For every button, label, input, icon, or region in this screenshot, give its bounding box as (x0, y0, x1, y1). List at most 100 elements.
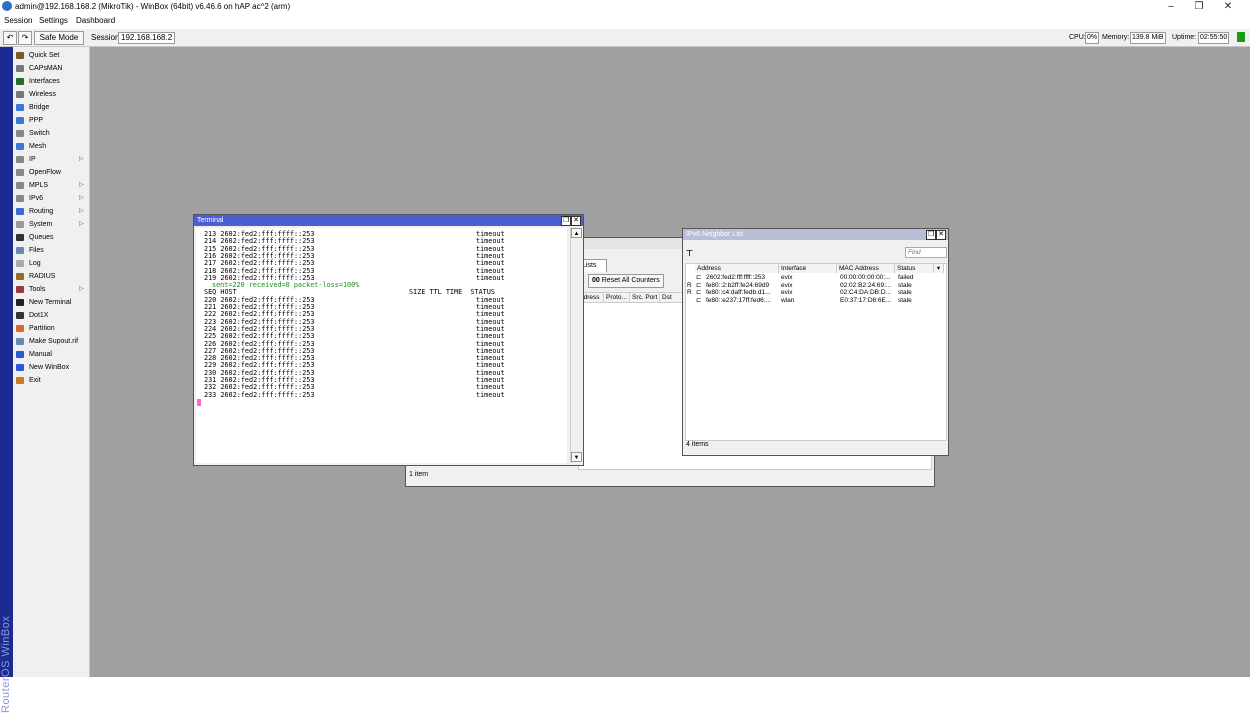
terminal-close-icon[interactable]: ✕ (571, 216, 581, 226)
sidebar-item-radius[interactable]: RADIUS (13, 270, 89, 283)
uptime-label: Uptime: (1172, 34, 1197, 41)
menu-dashboard[interactable]: Dashboard (76, 16, 115, 25)
menu-bar: Session Settings Dashboard (0, 14, 1250, 28)
scroll-up-icon[interactable]: ▲ (571, 228, 582, 238)
log-icon (16, 260, 24, 267)
redo-button[interactable]: ↷ (18, 31, 32, 45)
submenu-arrow-icon: ▷ (79, 208, 84, 214)
memory-field: 139.8 MiB (1130, 32, 1166, 44)
sidebar-item-label: Exit (29, 377, 41, 384)
brand-text: RouterOS WinBox (0, 615, 12, 713)
sidebar-item-ip[interactable]: IP ▷ (13, 153, 89, 166)
sidebar-item-queues[interactable]: Queues (13, 231, 89, 244)
reset-all-counters-button[interactable]: 00 Reset All Counters (588, 274, 664, 288)
sidebar-item-ppp[interactable]: PPP (13, 114, 89, 127)
column-header-status[interactable]: Status (895, 264, 934, 273)
sidebar-item-new-terminal[interactable]: New Terminal (13, 296, 89, 309)
partition-icon (16, 325, 24, 332)
capsman-icon (16, 65, 24, 72)
ppp-icon (16, 117, 24, 124)
sidebar-item-system[interactable]: System ▷ (13, 218, 89, 231)
terminal-title[interactable]: Terminal (194, 215, 583, 226)
sidebar-item-label: Manual (29, 351, 52, 358)
radius-icon (16, 273, 24, 280)
memory-label: Memory: (1102, 34, 1130, 41)
sidebar-item-label: Files (29, 247, 44, 254)
column-header-protocol[interactable]: Proto... (604, 293, 630, 302)
sidebar-item-label: OpenFlow (29, 169, 61, 176)
sidebar-item-routing[interactable]: Routing ▷ (13, 205, 89, 218)
maximize-button[interactable]: ❐ (1185, 0, 1213, 14)
ipv6-window-restore-icon[interactable]: ❐ (926, 230, 936, 240)
row-flag (687, 297, 694, 305)
sidebar-item-label: Tools (29, 286, 46, 293)
sidebar-item-switch[interactable]: Switch (13, 127, 89, 140)
routing-icon (16, 208, 24, 215)
sidebar-item-manual[interactable]: Manual (13, 348, 89, 361)
sidebar-item-new-winbox[interactable]: New WinBox (13, 361, 89, 374)
submenu-arrow-icon: ▷ (79, 182, 84, 188)
sidebar-item-partition[interactable]: Partition (13, 322, 89, 335)
window-titlebar: admin@192.168.168.2 (MikroTik) - WinBox … (0, 0, 1250, 14)
filter-icon[interactable]: ⊤ (686, 249, 695, 258)
sidebar-item-wireless[interactable]: Wireless (13, 88, 89, 101)
terminal-line: 233 2602:fed2:fff:ffff::253 (204, 390, 315, 399)
interfaces-icon (16, 78, 24, 85)
sidebar-item-make-supout-rif[interactable]: Make Supout.rif (13, 335, 89, 348)
sidebar-item-files[interactable]: Files (13, 244, 89, 257)
sidebar-item-openflow[interactable]: OpenFlow (13, 166, 89, 179)
sidebar-item-dot1x[interactable]: Dot1X (13, 309, 89, 322)
sidebar-item-label: Routing (29, 208, 54, 215)
queues-icon (16, 234, 24, 241)
reset-counters-label: Reset All Counters (601, 277, 660, 284)
sidebar-item-capsman[interactable]: CAPsMAN (13, 62, 89, 75)
column-header-interface[interactable]: Interface (779, 264, 837, 273)
sidebar-item-mpls[interactable]: MPLS ▷ (13, 179, 89, 192)
quick-set-icon (16, 52, 24, 59)
terminal-scrollbar[interactable]: ▲ ▼ (570, 228, 582, 463)
neighbor-entry-icon: ⊏ (696, 296, 702, 304)
sidebar-item-quick-set[interactable]: Quick Set (13, 49, 89, 62)
sidebar-item-mesh[interactable]: Mesh (13, 140, 89, 153)
row-interface: wlan (781, 296, 795, 304)
bridge-icon (16, 104, 24, 111)
sidebar-item-label: IP (29, 156, 36, 163)
close-button[interactable]: ✕ (1214, 0, 1242, 14)
minimize-button[interactable]: – (1157, 0, 1185, 14)
sidebar-item-label: Interfaces (29, 78, 60, 85)
terminal-window: Terminal ❐ ✕ 213 2602:fed2:fff:ffff::253… (193, 214, 584, 466)
sidebar-item-exit[interactable]: Exit (13, 374, 89, 387)
undo-button[interactable]: ↶ (3, 31, 17, 45)
find-input[interactable] (905, 247, 947, 258)
row-mac-address: E0:37:17:D6:6E... (840, 296, 892, 304)
sidebar-item-label: Partition (29, 325, 55, 332)
sidebar-item-label: Wireless (29, 91, 56, 98)
sidebar-item-log[interactable]: Log (13, 257, 89, 270)
ipv6-item-count: 4 items (686, 441, 709, 448)
ipv6-icon (16, 195, 24, 202)
safe-mode-button[interactable]: Safe Mode (34, 31, 84, 45)
menu-settings[interactable]: Settings (39, 16, 68, 25)
sidebar-item-label: IPv6 (29, 195, 44, 202)
session-field[interactable]: 192.168.168.2 (118, 32, 176, 44)
ipv6-window-close-icon[interactable]: ✕ (936, 230, 946, 240)
column-header-src-port[interactable]: Src. Port (630, 293, 660, 302)
sidebar-item-ipv6[interactable]: IPv6 ▷ (13, 192, 89, 205)
sidebar-item-interfaces[interactable]: Interfaces (13, 75, 89, 88)
scroll-down-icon[interactable]: ▼ (571, 452, 582, 462)
sidebar-item-tools[interactable]: Tools ▷ (13, 283, 89, 296)
sidebar-item-label: Switch (29, 130, 50, 137)
terminal-output[interactable]: 213 2602:fed2:fff:ffff::253 timeout 214 26… (196, 228, 567, 463)
column-dropdown-icon[interactable]: ▾ (934, 264, 944, 273)
column-header-mac-address[interactable]: MAC Address (837, 264, 895, 273)
sidebar-item-label: RADIUS (29, 273, 56, 280)
cpu-field: 0% (1085, 32, 1100, 44)
column-header-address[interactable]: Address (695, 264, 779, 273)
sidebar-item-label: Make Supout.rif (29, 338, 79, 345)
sidebar-item-bridge[interactable]: Bridge (13, 101, 89, 114)
terminal-restore-icon[interactable]: ❐ (561, 216, 571, 226)
menu-session[interactable]: Session (4, 16, 32, 25)
sidebar-item-label: Bridge (29, 104, 50, 111)
supout-icon (16, 338, 24, 345)
ipv6-window-title[interactable]: IPv6 Neighbor List (683, 229, 948, 240)
